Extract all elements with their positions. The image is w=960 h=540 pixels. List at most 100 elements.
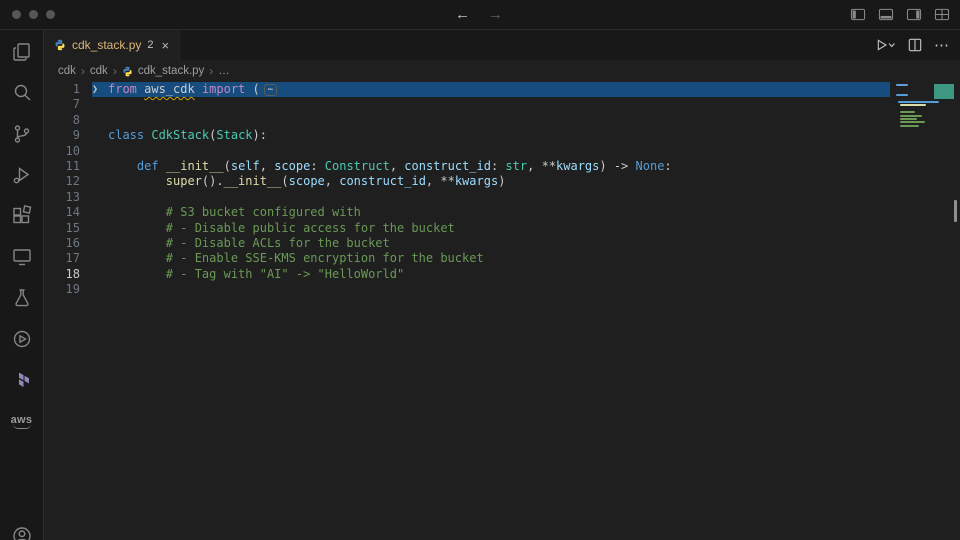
customize-layout-icon[interactable] — [934, 7, 950, 22]
minimap-line — [898, 101, 939, 103]
code-line[interactable]: 7 — [44, 97, 890, 112]
code-line[interactable]: 15 # - Disable public access for the buc… — [44, 221, 890, 236]
code-area[interactable]: 1❯from aws_cdk import (⋯789 class CdkStac… — [44, 82, 890, 540]
extensions-icon[interactable] — [10, 204, 34, 228]
code-line[interactable]: 9 class CdkStack(Stack): — [44, 128, 890, 143]
remote-explorer-icon[interactable] — [10, 245, 34, 269]
line-number[interactable]: 7 — [44, 97, 92, 112]
title-bar: ← → — [0, 0, 960, 30]
line-number[interactable]: 9 — [44, 128, 92, 143]
minimap-line — [896, 94, 908, 96]
source-control-icon[interactable] — [10, 122, 34, 146]
tab-close-icon[interactable]: × — [162, 38, 170, 53]
activity-bar: aws — [0, 30, 44, 540]
breadcrumb-item-file[interactable]: cdk_stack.py — [138, 65, 204, 77]
code-line[interactable]: 18 # - Tag with "AI" -> "HelloWorld" — [44, 267, 890, 282]
run-and-debug-icon[interactable] — [10, 163, 34, 187]
code-line[interactable]: 8 — [44, 113, 890, 128]
code-line[interactable]: 14 # S3 bucket configured with — [44, 205, 890, 220]
toggle-panel-icon[interactable] — [878, 7, 894, 22]
code-text: class CdkStack(Stack): — [108, 128, 267, 143]
code-line[interactable]: 12 super().__init__(scope, construct_id,… — [44, 174, 890, 189]
code-line[interactable]: 13 — [44, 190, 890, 205]
code-text: super().__init__(scope, construct_id, **… — [108, 174, 505, 189]
line-number[interactable]: 10 — [44, 144, 92, 159]
fold-gutter — [92, 236, 108, 251]
minimap-line — [900, 118, 917, 120]
forward-button[interactable]: → — [488, 6, 503, 23]
tab-bar: cdk_stack.py 2 × ⋯ — [44, 30, 960, 60]
tab-badge: 2 — [147, 39, 153, 51]
maximize-window-icon[interactable] — [46, 10, 55, 19]
tab-cdk-stack[interactable]: cdk_stack.py 2 × — [44, 30, 180, 60]
chevron-right-icon: › — [113, 64, 117, 78]
breadcrumb-item-symbol[interactable]: … — [218, 65, 230, 77]
line-number[interactable]: 1 — [44, 82, 92, 97]
line-number[interactable]: 19 — [44, 282, 92, 297]
code-line[interactable]: 1❯from aws_cdk import (⋯ — [44, 82, 890, 97]
toggle-secondary-sidebar-icon[interactable] — [906, 7, 922, 22]
code-line[interactable]: 17 # - Enable SSE-KMS encryption for the… — [44, 251, 890, 266]
window-controls[interactable] — [12, 10, 55, 19]
fold-gutter — [92, 251, 108, 266]
breadcrumb-item-cdk[interactable]: cdk — [58, 65, 76, 77]
minimap-line — [900, 104, 926, 106]
chevron-right-icon: › — [81, 64, 85, 78]
minimap-line — [896, 84, 908, 86]
line-number[interactable]: 18 — [44, 267, 92, 282]
line-number[interactable]: 17 — [44, 251, 92, 266]
run-python-file-button[interactable] — [876, 38, 896, 52]
fold-gutter — [92, 113, 108, 128]
vscode-window: ← → — [0, 0, 960, 540]
line-number[interactable]: 13 — [44, 190, 92, 205]
aws-smile-curve — [13, 424, 31, 429]
line-number[interactable]: 15 — [44, 221, 92, 236]
close-window-icon[interactable] — [12, 10, 21, 19]
minimize-window-icon[interactable] — [29, 10, 38, 19]
fold-gutter — [92, 128, 108, 143]
fold-gutter — [92, 282, 108, 297]
line-number[interactable]: 12 — [44, 174, 92, 189]
account-icon[interactable] — [10, 524, 34, 540]
line-number[interactable]: 14 — [44, 205, 92, 220]
code-line[interactable]: 19 — [44, 282, 890, 297]
code-line[interactable]: 11 def __init__(self, scope: Construct, … — [44, 159, 890, 174]
split-editor-icon[interactable] — [908, 38, 922, 52]
terraform-icon[interactable] — [10, 368, 34, 392]
minimap-line — [900, 115, 922, 117]
minimap-selection-highlight — [934, 84, 954, 99]
breadcrumb-item-cdk-folder[interactable]: cdk — [90, 65, 108, 77]
fold-gutter — [92, 97, 108, 112]
code-text: def __init__(self, scope: Construct, con… — [108, 159, 672, 174]
code-editor[interactable]: 1❯from aws_cdk import (⋯789 class CdkStac… — [44, 82, 960, 540]
run-circle-icon[interactable] — [10, 327, 34, 351]
search-icon[interactable] — [10, 81, 34, 105]
code-text: # - Disable public access for the bucket — [108, 221, 455, 236]
code-text: # - Disable ACLs for the bucket — [108, 236, 390, 251]
editor-group: cdk_stack.py 2 × ⋯ cdk › cd — [44, 30, 960, 540]
python-file-icon — [122, 66, 133, 77]
line-number[interactable]: 11 — [44, 159, 92, 174]
back-button[interactable]: ← — [455, 6, 470, 23]
fold-gutter — [92, 205, 108, 220]
aws-toolkit-icon[interactable]: aws — [10, 409, 34, 433]
layout-controls — [850, 7, 950, 22]
fold-gutter — [92, 267, 108, 282]
toggle-sidebar-icon[interactable] — [850, 7, 866, 22]
fold-chevron-icon[interactable]: ❯ — [92, 82, 108, 97]
minimap-line — [900, 111, 915, 113]
line-number[interactable]: 8 — [44, 113, 92, 128]
explorer-icon[interactable] — [10, 40, 34, 64]
fold-gutter — [92, 174, 108, 189]
testing-icon[interactable] — [10, 286, 34, 310]
more-actions-icon[interactable]: ⋯ — [934, 36, 950, 54]
minimap-line — [900, 121, 924, 123]
code-line[interactable]: 10 — [44, 144, 890, 159]
scrollbar-thumb[interactable] — [954, 200, 957, 222]
code-line[interactable]: 16 # - Disable ACLs for the bucket — [44, 236, 890, 251]
minimap[interactable] — [896, 84, 948, 131]
fold-gutter — [92, 190, 108, 205]
line-number[interactable]: 16 — [44, 236, 92, 251]
chevron-right-icon: › — [209, 64, 213, 78]
fold-gutter — [92, 144, 108, 159]
